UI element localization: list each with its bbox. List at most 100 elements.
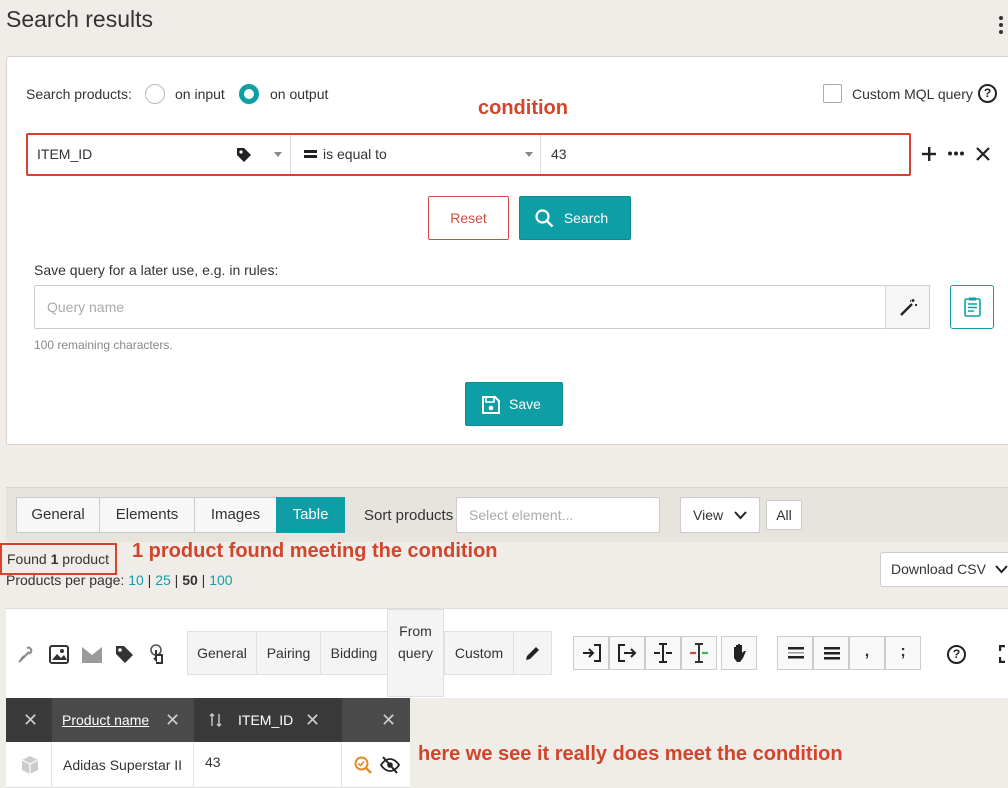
align-icon [788, 646, 804, 661]
fullscreen-icon[interactable] [999, 645, 1008, 663]
group-custom[interactable]: Custom [444, 631, 514, 675]
table-header: ✕ Product name ✕ ITEM_ID ✕ ✕ [6, 698, 410, 742]
diff-icon [689, 643, 709, 663]
sign-in-icon [582, 644, 601, 662]
per-page-10[interactable]: 10 [128, 572, 144, 588]
found-prefix: Found [7, 551, 47, 567]
view-select[interactable]: View [680, 497, 760, 533]
gmail-icon[interactable] [81, 646, 103, 664]
grid-help-icon[interactable]: ? [947, 645, 966, 664]
page-title: Search results [6, 6, 154, 32]
tab-images[interactable]: Images [194, 497, 277, 533]
grid-toolbar: General Pairing Bidding From query Custo… [6, 608, 1008, 698]
close-icon[interactable]: ✕ [305, 698, 320, 742]
remove-condition-icon[interactable] [976, 147, 990, 161]
sort-products-label: Sort products [364, 507, 454, 524]
tab-elements[interactable]: Elements [99, 497, 195, 533]
link-icon[interactable] [16, 645, 36, 665]
column-product-name[interactable]: Product name [62, 698, 149, 742]
cell-product-name: Adidas Superstar II [52, 742, 194, 788]
column-item-id[interactable]: ITEM_ID [238, 698, 293, 742]
custom-mql-label: Custom MQL query [852, 86, 973, 102]
save-button[interactable]: Save [465, 382, 563, 426]
cube-icon [20, 755, 40, 775]
edit-columns-button[interactable] [513, 631, 552, 675]
align-center-button[interactable] [777, 636, 813, 670]
found-annotation: 1 product found meeting the condition [132, 540, 498, 562]
condition-field-value: ITEM_ID [37, 146, 93, 162]
per-page-50[interactable]: 50 [182, 572, 198, 588]
radio-on-input-label: on input [175, 86, 225, 102]
notes-button[interactable] [950, 285, 994, 329]
per-page-100[interactable]: 100 [209, 572, 232, 588]
align-justify-button[interactable] [813, 636, 849, 670]
magic-wand-icon [899, 298, 918, 317]
table-row[interactable]: Adidas Superstar II 43 [6, 742, 410, 788]
condition-operator-select[interactable]: is equal to [323, 135, 523, 174]
equals-icon [304, 149, 317, 159]
search-check-icon[interactable] [354, 756, 372, 774]
radio-on-input[interactable] [145, 84, 165, 104]
download-csv-select[interactable]: Download CSV [880, 552, 1008, 587]
row-annotation: here we see it really does meet the cond… [418, 743, 843, 765]
query-name-input[interactable]: Query name [34, 285, 886, 329]
diff-button[interactable] [681, 636, 717, 670]
tab-general[interactable]: General [16, 497, 100, 533]
split-icon [653, 643, 673, 663]
results-toolbar: General Elements Images Table Sort produ… [6, 487, 1008, 542]
remaining-chars: 100 remaining characters. [34, 338, 173, 352]
sort-icon[interactable] [209, 713, 222, 727]
condition-value-input[interactable]: 43 [551, 135, 901, 174]
eye-slash-icon[interactable] [380, 756, 400, 774]
justify-icon [824, 646, 840, 661]
touch-icon[interactable] [149, 644, 167, 665]
reset-button[interactable]: Reset [428, 196, 509, 240]
search-icon [535, 209, 554, 228]
close-icon[interactable]: ✕ [23, 698, 38, 742]
cell-item-id: 43 [194, 742, 342, 788]
condition-row: ITEM_ID is equal to 43 [26, 133, 911, 176]
split-button[interactable] [645, 636, 681, 670]
image-icon[interactable] [49, 645, 69, 664]
group-from-query[interactable]: From query [387, 609, 444, 697]
group-general[interactable]: General [187, 631, 257, 675]
add-condition-icon[interactable] [921, 146, 937, 162]
help-icon[interactable]: ? [978, 84, 997, 103]
operator-caret-icon[interactable] [525, 152, 533, 157]
hand-button[interactable] [721, 636, 757, 670]
ellipsis-icon[interactable] [948, 151, 964, 156]
field-caret-icon[interactable] [274, 152, 282, 157]
chevron-down-icon [734, 511, 747, 520]
chevron-down-icon [995, 565, 1008, 574]
magic-wand-button[interactable] [885, 285, 930, 329]
tag-icon[interactable] [115, 645, 134, 664]
more-options-icon[interactable] [999, 16, 1005, 38]
radio-on-output[interactable] [239, 84, 259, 104]
per-page: Products per page: 10 | 25 | 50 | 100 [6, 572, 233, 588]
import-button[interactable] [573, 636, 609, 670]
notes-icon [964, 297, 981, 317]
comma-separator-button[interactable]: , [849, 636, 885, 670]
save-query-label: Save query for a later use, e.g. in rule… [34, 262, 279, 278]
condition-value: 43 [551, 146, 567, 162]
view-label: View [693, 507, 724, 523]
close-icon[interactable]: ✕ [381, 698, 396, 742]
all-button[interactable]: All [766, 500, 802, 530]
found-suffix: product [62, 551, 109, 567]
group-pairing[interactable]: Pairing [256, 631, 321, 675]
pencil-icon [524, 644, 542, 662]
close-icon[interactable]: ✕ [165, 698, 180, 742]
group-bidding[interactable]: Bidding [320, 631, 388, 675]
condition-operator-value: is equal to [323, 146, 387, 162]
radio-on-output-label: on output [270, 86, 329, 102]
semicolon-separator-button[interactable]: ; [885, 636, 921, 670]
export-button[interactable] [609, 636, 645, 670]
tag-icon [236, 147, 252, 163]
download-csv-label: Download CSV [891, 561, 986, 577]
found-count: 1 [50, 551, 59, 567]
custom-mql-checkbox[interactable] [823, 84, 842, 103]
tab-table[interactable]: Table [276, 497, 345, 533]
search-button[interactable]: Search [519, 196, 631, 240]
per-page-25[interactable]: 25 [155, 572, 171, 588]
sort-element-select[interactable]: Select element... [456, 497, 660, 533]
